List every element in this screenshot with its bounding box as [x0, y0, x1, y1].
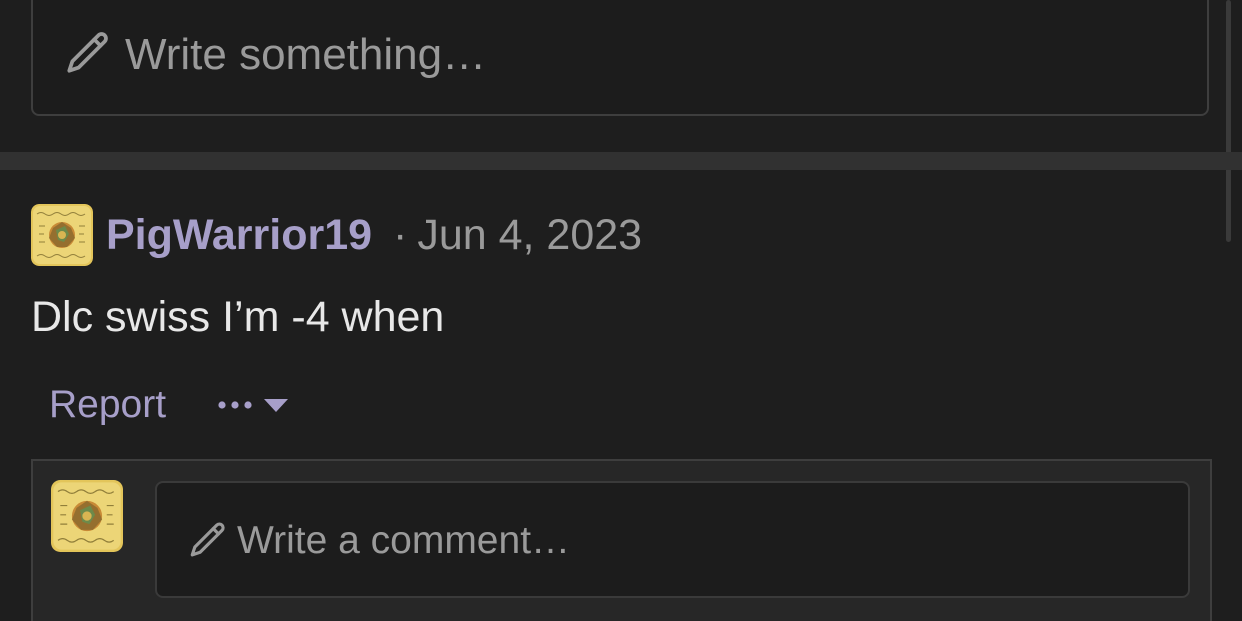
meta-separator: ·: [393, 211, 408, 259]
more-options-button[interactable]: [216, 390, 296, 420]
author-avatar[interactable]: [31, 204, 93, 266]
avatar-image: [31, 204, 93, 266]
post-meta: · Jun 4, 2023: [393, 211, 642, 259]
pencil-icon: [67, 32, 108, 73]
pencil-icon: [190, 522, 225, 557]
section-divider: [0, 152, 1242, 170]
avatar-image: [51, 480, 123, 552]
author-name[interactable]: PigWarrior19: [106, 211, 372, 259]
comment-placeholder: Write a comment…: [237, 519, 571, 562]
post-composer[interactable]: Write something…: [31, 0, 1209, 116]
current-user-avatar: [51, 480, 123, 552]
scrollbar[interactable]: [1226, 0, 1231, 242]
composer-placeholder: Write something…: [125, 30, 487, 79]
chevron-down-icon: [264, 399, 288, 412]
more-options-icon: [218, 399, 288, 412]
report-link[interactable]: Report: [49, 382, 166, 428]
post-body: Dlc swiss I’m -4 when: [31, 293, 445, 341]
comment-input[interactable]: Write a comment…: [155, 481, 1190, 598]
page: Write something… PigWarrior19 · Jun 4, 20…: [0, 0, 1242, 621]
post-date: Jun 4, 2023: [417, 211, 643, 259]
